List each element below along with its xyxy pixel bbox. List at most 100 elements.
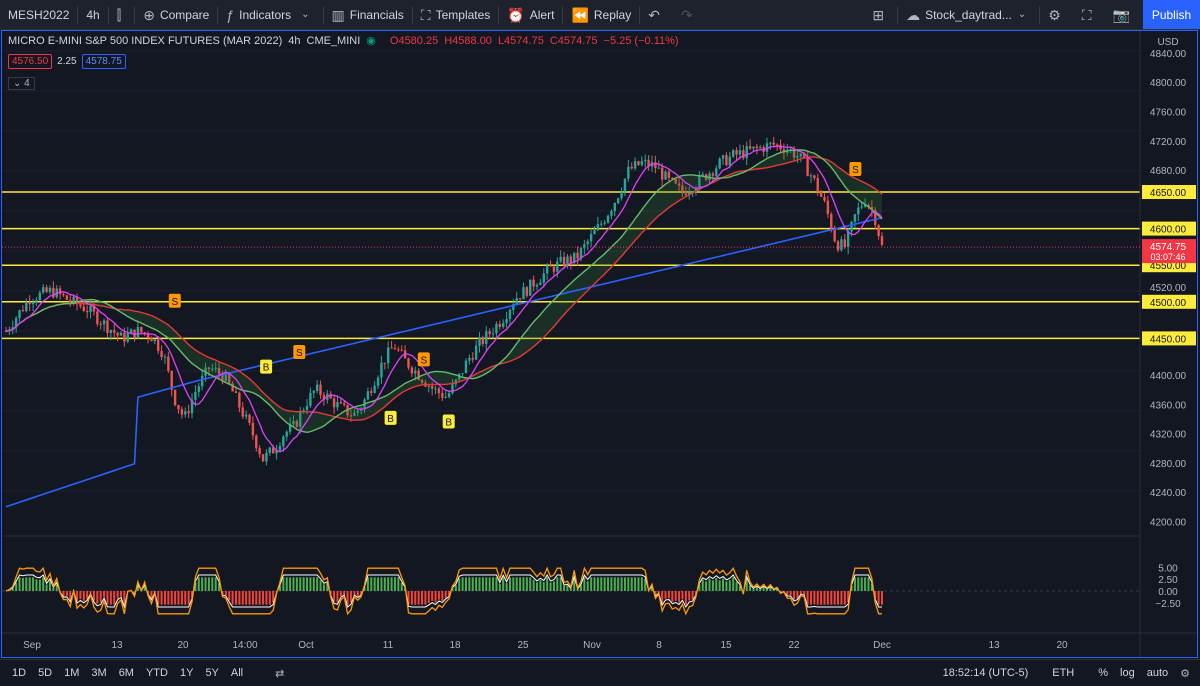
osc-histogram-bar	[817, 591, 819, 605]
candle-body	[495, 324, 497, 333]
ask-badge[interactable]: 4578.75	[82, 54, 126, 69]
top-toolbar: MESH2022 4h ⫿ ⊕Compare ƒIndicators⌄ ▥Fin…	[0, 0, 1200, 30]
fullscreen-icon: ⛶	[1082, 8, 1092, 22]
date-range-icon[interactable]: ⇄	[269, 667, 290, 680]
settings-button[interactable]: ⚙	[1040, 0, 1074, 29]
osc-histogram-bar	[174, 591, 176, 605]
indicators-collapse-toggle[interactable]: ⌄ 4	[8, 77, 35, 90]
osc-histogram-bar	[438, 591, 440, 600]
fullscreen-button[interactable]: ⛶	[1074, 0, 1105, 29]
range-button-6m[interactable]: 6M	[113, 667, 140, 679]
osc-histogram-bar	[211, 577, 213, 591]
osc-histogram-bar	[46, 584, 48, 591]
osc-histogram-bar	[458, 578, 460, 591]
log-toggle[interactable]: log	[1114, 667, 1141, 679]
range-button-3m[interactable]: 3M	[85, 667, 112, 679]
redo-button[interactable]: ↷	[673, 0, 706, 29]
osc-histogram-bar	[83, 591, 85, 601]
candle-body	[22, 310, 24, 311]
osc-histogram-bar	[167, 591, 169, 605]
layout-grid-button[interactable]: ⊞	[864, 0, 897, 29]
candle-body	[441, 393, 443, 398]
publish-button[interactable]: Publish	[1143, 0, 1200, 29]
range-button-all[interactable]: All	[225, 667, 249, 679]
candle-body	[160, 351, 162, 357]
candle-body	[309, 393, 311, 406]
candle-body	[509, 310, 511, 319]
range-button-ytd[interactable]: YTD	[140, 667, 174, 679]
osc-histogram-bar	[289, 577, 291, 591]
osc-histogram-bar	[49, 580, 51, 591]
osc-histogram-bar	[32, 577, 34, 591]
range-button-5d[interactable]: 5D	[32, 667, 58, 679]
time-tick-label: 11	[383, 640, 394, 651]
candle-body	[103, 320, 105, 324]
replay-button[interactable]: ⏪Replay	[563, 0, 639, 29]
osc-histogram-bar	[377, 577, 379, 591]
osc-histogram-bar	[188, 591, 190, 605]
undo-button[interactable]: ↶	[640, 0, 673, 29]
symbol-search[interactable]: MESH2022	[0, 0, 77, 29]
symbol-legend: MICRO E-MINI S&P 500 INDEX FUTURES (MAR …	[8, 34, 685, 47]
settings-gear-icon[interactable]: ⚙	[1174, 667, 1196, 680]
range-button-5y[interactable]: 5Y	[199, 667, 224, 679]
signal-label: B	[445, 418, 452, 429]
range-button-1m[interactable]: 1M	[58, 667, 85, 679]
osc-histogram-bar	[539, 580, 541, 591]
chart-area[interactable]: SBSBSBS USD4840.004800.004760.004720.004…	[1, 30, 1198, 658]
osc-histogram-bar	[594, 577, 596, 591]
candle-body	[444, 397, 446, 398]
osc-histogram-bar	[796, 591, 798, 598]
auto-toggle[interactable]: auto	[1141, 667, 1174, 679]
osc-histogram-bar	[807, 591, 809, 605]
osc-histogram-bar	[120, 591, 122, 596]
candle-body	[654, 162, 656, 168]
osc-histogram-bar	[225, 591, 227, 595]
candle-body	[570, 256, 572, 262]
percent-toggle[interactable]: %	[1092, 667, 1114, 679]
layout-name-button[interactable]: ☁Stock_daytrad...⌄	[898, 0, 1039, 29]
osc-histogram-bar	[397, 577, 399, 591]
candle-body	[164, 357, 166, 358]
interval-button[interactable]: 4h	[78, 0, 107, 29]
range-button-1y[interactable]: 1Y	[174, 667, 199, 679]
chart-canvas[interactable]: SBSBSBS USD4840.004800.004760.004720.004…	[2, 31, 1197, 657]
price-tick-label: 4800.00	[1150, 78, 1187, 89]
chart-type-button[interactable]: ⫿	[109, 0, 134, 29]
templates-button[interactable]: ⛶Templates	[413, 0, 499, 29]
redo-icon: ↷	[681, 8, 693, 22]
candle-body	[482, 338, 484, 344]
candle-body	[89, 306, 91, 312]
osc-histogram-bar	[543, 582, 545, 591]
oscillator-pane	[2, 568, 1140, 614]
alert-button[interactable]: ⏰Alert	[499, 0, 562, 29]
layout-grid-icon: ⊞	[872, 8, 884, 22]
candle-body	[116, 333, 118, 336]
snapshot-button[interactable]: 📷	[1105, 0, 1143, 29]
candle-body	[72, 297, 74, 302]
candle-body	[238, 393, 240, 408]
price-axis-labels: USD4840.004800.004760.004720.004680.0046…	[2, 37, 1196, 610]
candle-body	[634, 161, 636, 168]
compare-button[interactable]: ⊕Compare	[135, 0, 217, 29]
candle-body	[286, 432, 288, 437]
candle-body	[373, 386, 375, 393]
osc-histogram-bar	[313, 577, 315, 591]
time-tick-label: Dec	[873, 640, 891, 651]
candle-body	[127, 333, 129, 341]
session-label[interactable]: ETH	[1046, 667, 1080, 679]
osc-histogram-bar	[299, 577, 301, 591]
candle-body	[729, 157, 731, 166]
candle-body	[820, 192, 822, 197]
indicators-button[interactable]: ƒIndicators⌄	[218, 0, 322, 29]
osc-histogram-bar	[374, 577, 376, 591]
candle-body	[83, 307, 85, 311]
time-tick-label: 8	[656, 640, 662, 651]
legend-exchange: CME_MINI	[307, 35, 361, 47]
range-button-1d[interactable]: 1D	[6, 667, 32, 679]
bid-badge[interactable]: 4576.50	[8, 54, 52, 69]
osc-histogram-bar	[861, 577, 863, 591]
financials-button[interactable]: ▥Financials	[324, 0, 412, 29]
clock-label[interactable]: 18:52:14 (UTC-5)	[937, 667, 1035, 679]
visibility-eye-icon[interactable]: ◉	[366, 34, 376, 47]
